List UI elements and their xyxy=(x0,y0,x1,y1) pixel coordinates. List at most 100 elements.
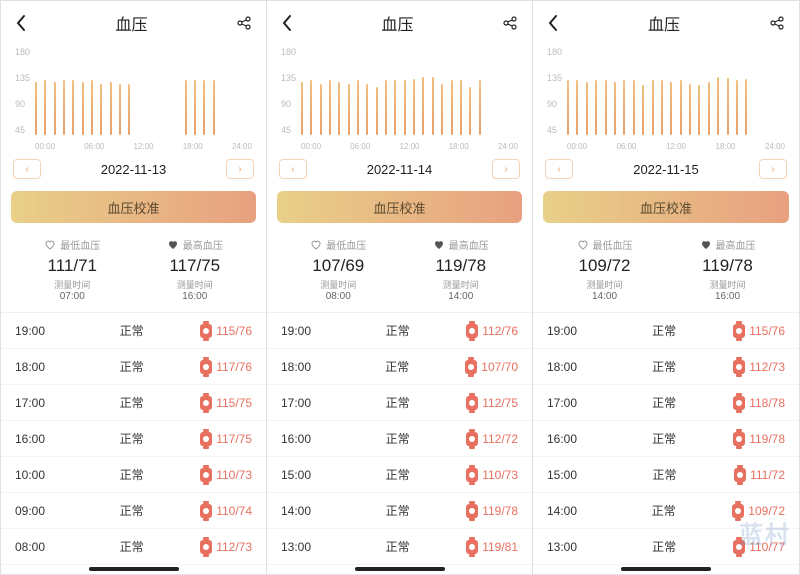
watch-icon xyxy=(466,504,478,518)
chart-bar xyxy=(567,80,569,135)
chart-bar xyxy=(727,78,729,135)
min-bp-time: 14:00 xyxy=(543,291,666,302)
min-bp-value: 111/71 xyxy=(11,256,134,276)
heart-outline-icon xyxy=(577,239,589,251)
chart-bar xyxy=(642,85,644,135)
max-bp-stat: 最高血压 117/75 测量时间 16:00 xyxy=(134,237,257,302)
calibrate-button[interactable]: 血压校准 xyxy=(11,191,256,223)
max-bp-time: 16:00 xyxy=(666,291,789,302)
calibrate-button[interactable]: 血压校准 xyxy=(277,191,522,223)
watch-icon xyxy=(200,396,212,410)
watch-icon xyxy=(466,432,478,446)
back-icon[interactable] xyxy=(547,14,559,32)
chart-bars xyxy=(35,47,252,135)
chart-bar xyxy=(576,80,578,135)
share-icon[interactable] xyxy=(236,15,252,31)
chart-bar xyxy=(213,80,215,135)
reading-row[interactable]: 16:00 正常 119/78 xyxy=(533,421,799,457)
reading-row[interactable]: 17:00 正常 118/78 xyxy=(533,385,799,421)
chart-bar xyxy=(82,82,84,135)
home-indicator xyxy=(89,567,179,571)
reading-row[interactable]: 17:00 正常 115/75 xyxy=(1,385,266,421)
watch-icon xyxy=(200,468,212,482)
watch-icon xyxy=(733,396,745,410)
reading-value: 119/81 xyxy=(466,540,518,554)
reading-status: 正常 xyxy=(595,502,732,519)
chart-bar xyxy=(413,79,415,135)
reading-row[interactable]: 19:00 正常 115/76 xyxy=(1,313,266,349)
chart-bar xyxy=(404,80,406,135)
reading-row[interactable]: 15:00 正常 110/73 xyxy=(267,457,532,493)
reading-row[interactable]: 19:00 正常 112/76 xyxy=(267,313,532,349)
prev-date-button[interactable]: ‹ xyxy=(279,159,307,179)
next-date-button[interactable]: › xyxy=(759,159,787,179)
next-date-button[interactable]: › xyxy=(492,159,520,179)
reading-row[interactable]: 14:00 正常 119/78 xyxy=(267,493,532,529)
min-bp-value: 109/72 xyxy=(543,256,666,276)
reading-status: 正常 xyxy=(63,394,200,411)
reading-row[interactable]: 14:00 正常 109/72 xyxy=(533,493,799,529)
max-bp-value: 119/78 xyxy=(666,256,789,276)
reading-status: 正常 xyxy=(329,358,465,375)
chart-bar xyxy=(54,82,56,135)
watch-icon xyxy=(733,540,745,554)
prev-date-button[interactable]: ‹ xyxy=(13,159,41,179)
reading-row[interactable]: 19:00 正常 115/76 xyxy=(533,313,799,349)
reading-row[interactable]: 18:00 正常 112/73 xyxy=(533,349,799,385)
reading-time: 18:00 xyxy=(547,360,595,374)
reading-row[interactable]: 10:00 正常 110/73 xyxy=(1,457,266,493)
reading-row[interactable]: 18:00 正常 107/70 xyxy=(267,349,532,385)
reading-row[interactable]: 09:00 正常 110/74 xyxy=(1,493,266,529)
reading-status: 正常 xyxy=(329,502,466,519)
reading-status: 正常 xyxy=(329,466,466,483)
reading-row[interactable]: 16:00 正常 112/72 xyxy=(267,421,532,457)
share-icon[interactable] xyxy=(502,15,518,31)
watch-icon xyxy=(466,540,478,554)
blood-pressure-chart: 1801359045 00:0006:0012:0018:0024:00 xyxy=(533,43,799,153)
chart-bar xyxy=(451,80,453,135)
blood-pressure-chart: 1801359045 00:0006:0012:0018:0024:00 xyxy=(267,43,532,153)
reading-value: 110/74 xyxy=(200,504,252,518)
reading-row[interactable]: 15:00 正常 111/72 xyxy=(533,457,799,493)
reading-value: 119/78 xyxy=(466,504,518,518)
next-date-button[interactable]: › xyxy=(226,159,254,179)
reading-row[interactable]: 08:00 正常 112/73 xyxy=(1,529,266,565)
back-icon[interactable] xyxy=(15,14,27,32)
chart-bars xyxy=(301,47,518,135)
reading-row[interactable]: 17:00 正常 112/75 xyxy=(267,385,532,421)
blood-pressure-chart: 1801359045 00:0006:0012:0018:0024:00 xyxy=(1,43,266,153)
reading-status: 正常 xyxy=(595,358,733,375)
max-bp-stat: 最高血压 119/78 测量时间 14:00 xyxy=(400,237,523,302)
chart-bar xyxy=(348,84,350,135)
watch-icon xyxy=(200,360,212,374)
chart-bar xyxy=(100,84,102,135)
heart-filled-icon xyxy=(433,239,445,251)
readings-list[interactable]: 19:00 正常 115/76 18:00 正常 117/76 xyxy=(1,313,266,574)
x-axis: 00:0006:0012:0018:0024:00 xyxy=(301,142,518,151)
readings-list[interactable]: 19:00 正常 112/76 18:00 正常 107/70 xyxy=(267,313,532,574)
reading-value: 111/72 xyxy=(734,468,785,482)
home-indicator xyxy=(621,567,711,571)
reading-row[interactable]: 18:00 正常 117/76 xyxy=(1,349,266,385)
reading-row[interactable]: 16:00 正常 117/75 xyxy=(1,421,266,457)
x-axis: 00:0006:0012:0018:0024:00 xyxy=(567,142,785,151)
reading-row[interactable]: 13:00 正常 110/77 xyxy=(533,529,799,565)
readings-list[interactable]: 19:00 正常 115/76 18:00 正常 112/73 xyxy=(533,313,799,574)
chart-bar xyxy=(357,80,359,135)
calibrate-button[interactable]: 血压校准 xyxy=(543,191,789,223)
reading-value: 115/75 xyxy=(200,396,252,410)
back-icon[interactable] xyxy=(281,14,293,32)
chart-bar xyxy=(376,87,378,135)
chart-bar xyxy=(689,84,691,135)
reading-row[interactable]: 13:00 正常 119/81 xyxy=(267,529,532,565)
prev-date-button[interactable]: ‹ xyxy=(545,159,573,179)
reading-status: 正常 xyxy=(63,538,200,555)
chart-bar xyxy=(63,80,65,135)
reading-time: 17:00 xyxy=(547,396,595,410)
app-header: 血压 xyxy=(267,1,532,43)
watch-icon xyxy=(200,540,212,554)
reading-value: 118/78 xyxy=(733,396,785,410)
chart-bar xyxy=(338,82,340,135)
chart-bar xyxy=(394,80,396,135)
share-icon[interactable] xyxy=(769,15,785,31)
